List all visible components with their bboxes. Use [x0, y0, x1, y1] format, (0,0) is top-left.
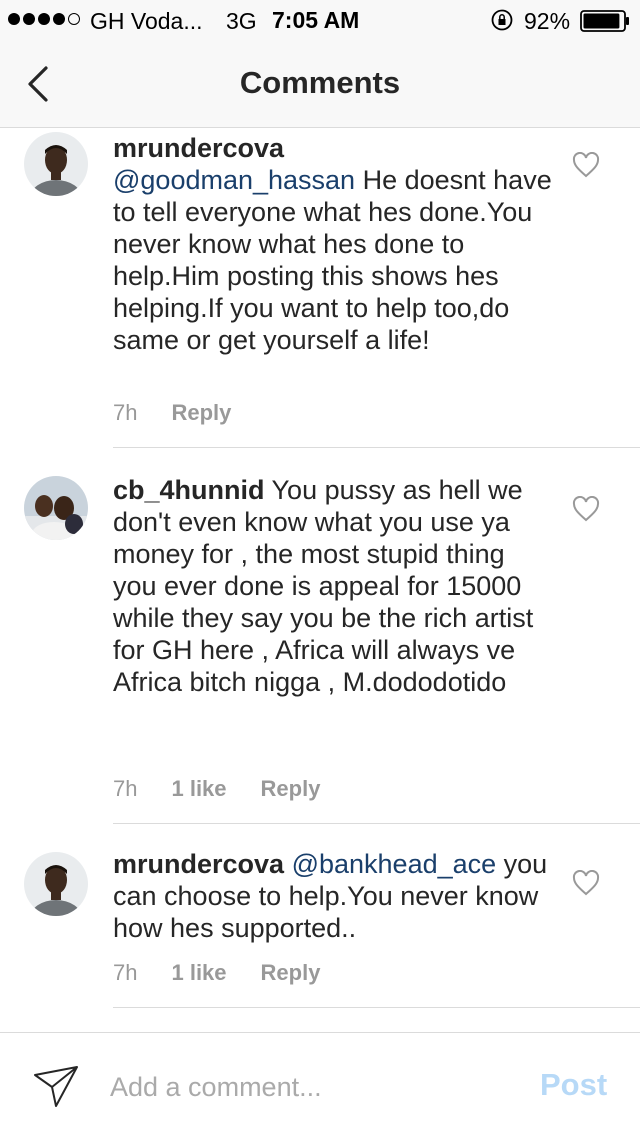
page-title: Comments	[239, 65, 401, 100]
comment-body: mrundercova @goodman_hassan He doesnt ha…	[113, 132, 553, 356]
comment-body: mrundercova @bankhead_ace you can choose…	[113, 848, 553, 944]
carrier-name: GH Voda...	[90, 8, 203, 34]
heart-icon[interactable]	[572, 152, 600, 178]
comment-username[interactable]: mrundercova	[113, 849, 284, 879]
post-button[interactable]: Post	[540, 1067, 607, 1103]
likes-count[interactable]: 1 like	[171, 776, 226, 802]
avatar[interactable]	[24, 476, 88, 540]
avatar[interactable]	[24, 852, 88, 916]
comment-body: cb_4hunnid You pussy as hell we don't ev…	[113, 474, 553, 698]
comment-text: You pussy as hell we don't even know wha…	[113, 475, 534, 697]
comment-time: 7h	[113, 776, 138, 801]
paper-plane-icon[interactable]	[32, 1063, 80, 1109]
likes-count[interactable]: 1 like	[171, 960, 226, 986]
comment-mention[interactable]: @bankhead_ace	[292, 849, 497, 879]
reply-button[interactable]: Reply	[261, 960, 321, 986]
divider	[113, 1007, 640, 1008]
comment-time: 7h	[113, 960, 138, 985]
comment-item: cb_4hunnid You pussy as hell we don't ev…	[0, 448, 640, 824]
heart-icon[interactable]	[572, 496, 600, 522]
comment-meta: 7h Reply	[113, 400, 231, 426]
reply-button[interactable]: Reply	[171, 400, 231, 426]
battery-icon	[580, 10, 629, 32]
navigation-bar: Comments	[0, 40, 640, 128]
status-bar: GH Voda... 3G 7:05 AM 92%	[0, 0, 640, 40]
comment-meta: 7h 1 like Reply	[113, 960, 320, 986]
signal-dots-icon	[8, 13, 80, 25]
network-type: 3G	[226, 8, 257, 34]
comment-input[interactable]	[110, 1065, 490, 1109]
clock: 7:05 AM	[272, 7, 360, 33]
reply-button[interactable]: Reply	[261, 776, 321, 802]
comment-username[interactable]: cb_4hunnid	[113, 475, 265, 505]
comment-time: 7h	[113, 400, 138, 425]
battery-percent: 92%	[524, 8, 571, 34]
orientation-lock-icon	[491, 9, 513, 31]
comment-item: mrundercova @goodman_hassan He doesnt ha…	[0, 130, 640, 448]
comment-username[interactable]: mrundercova	[113, 133, 284, 163]
comment-item: mrundercova @bankhead_ace you can choose…	[0, 824, 640, 1008]
comment-input-bar: Post	[0, 1032, 640, 1136]
comment-mention[interactable]: @goodman_hassan	[113, 165, 355, 195]
comment-meta: 7h 1 like Reply	[113, 776, 320, 802]
avatar[interactable]	[24, 132, 88, 196]
heart-icon[interactable]	[572, 870, 600, 896]
